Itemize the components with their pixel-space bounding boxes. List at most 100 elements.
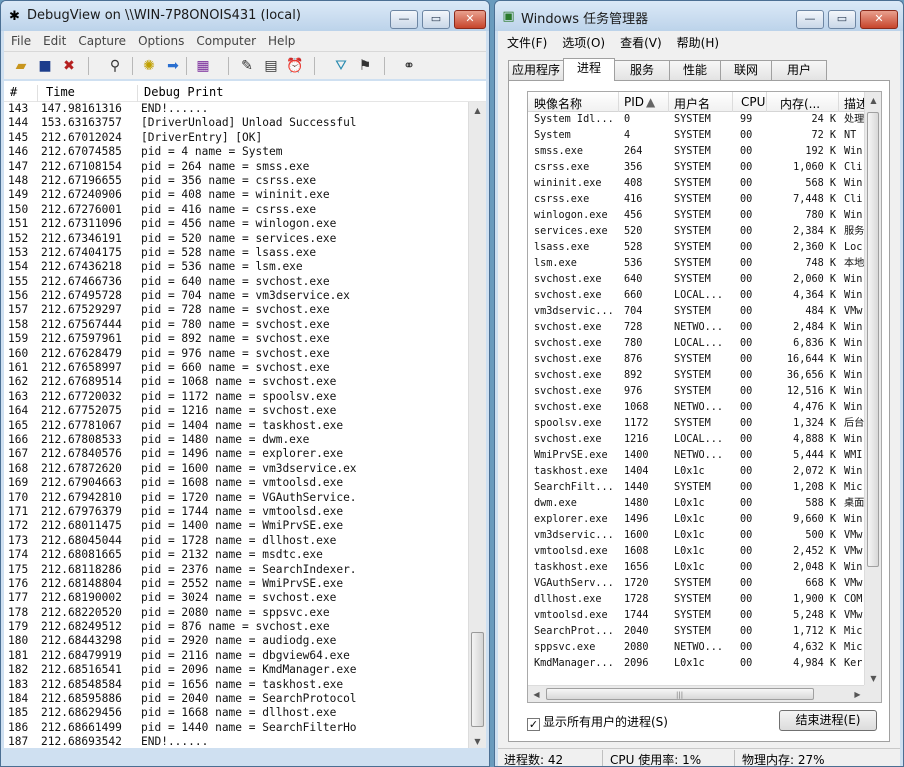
debug-row[interactable]: 167 212.67840576 pid = 1496 name = explore… <box>4 447 468 461</box>
column-debug-print[interactable]: Debug Print <box>144 85 223 99</box>
process-row[interactable]: System 4 SYSTEM 00 72 K NT <box>528 128 866 144</box>
tab-services[interactable]: 服务 <box>614 60 670 80</box>
debug-row[interactable]: 160 212.67628479 pid = 976 name = svchost.… <box>4 347 468 361</box>
process-row[interactable]: svchost.exe 728 NETWO... 00 2,484 K Win <box>528 320 866 336</box>
binoculars-icon[interactable]: ⚭ <box>400 57 418 75</box>
debug-row[interactable]: 164 212.67752075 pid = 1216 name = svchost… <box>4 404 468 418</box>
menu-file[interactable]: File <box>4 31 36 48</box>
process-row[interactable]: svchost.exe 780 LOCAL... 00 6,836 K Win <box>528 336 866 352</box>
close-button[interactable]: ✕ <box>860 10 898 29</box>
process-row[interactable]: explorer.exe 1496 L0x1c 00 9,660 K Win <box>528 512 866 528</box>
process-row[interactable]: SearchProt... 2040 SYSTEM 00 1,712 K Mic <box>528 624 866 640</box>
process-row[interactable]: VGAuthServ... 1720 SYSTEM 00 668 K VMw <box>528 576 866 592</box>
debug-row[interactable]: 172 212.68011475 pid = 1400 name = WmiPrvS… <box>4 519 468 533</box>
process-row[interactable]: KmdManager... 2096 L0x1c 00 4,984 K Ker <box>528 656 866 672</box>
debug-row[interactable]: 170 212.67942810 pid = 1720 name = VGAuthS… <box>4 491 468 505</box>
scroll-thumb[interactable] <box>867 112 879 567</box>
debug-row[interactable]: 145 212.67012024 [DriverEntry] [OK] <box>4 131 468 145</box>
process-row[interactable]: csrss.exe 356 SYSTEM 00 1,060 K Cli <box>528 160 866 176</box>
debug-row[interactable]: 166 212.67808533 pid = 1480 name = dwm.exe <box>4 433 468 447</box>
menu-computer[interactable]: Computer <box>189 31 261 48</box>
minimize-button[interactable]: — <box>390 10 418 29</box>
column-cpu[interactable]: CPU <box>741 95 765 109</box>
debug-row[interactable]: 150 212.67276001 pid = 416 name = csrss.ex… <box>4 203 468 217</box>
clear-icon[interactable]: ✖ <box>60 57 78 75</box>
column-number[interactable]: # <box>10 85 17 99</box>
debug-row[interactable]: 168 212.67872620 pid = 1600 name = vm3dser… <box>4 462 468 476</box>
tab-processes[interactable]: 进程 <box>563 58 615 81</box>
end-process-button[interactable]: 结束进程(E) <box>779 710 877 731</box>
debug-row[interactable]: 183 212.68548584 pid = 1656 name = taskhos… <box>4 678 468 692</box>
debug-row[interactable]: 143 147.98161316 END!...... <box>4 102 468 116</box>
scroll-up-arrow-icon[interactable]: ▲ <box>865 92 881 109</box>
process-row[interactable]: winlogon.exe 456 SYSTEM 00 780 K Win <box>528 208 866 224</box>
show-all-processes-checkbox[interactable]: ✓ 显示所有用户的进程(S) <box>527 713 668 731</box>
process-row[interactable]: svchost.exe 892 SYSTEM 00 36,656 K Win <box>528 368 866 384</box>
debug-row[interactable]: 184 212.68595886 pid = 2040 name = SearchP… <box>4 692 468 706</box>
process-row[interactable]: wininit.exe 408 SYSTEM 00 568 K Win <box>528 176 866 192</box>
debug-row[interactable]: 152 212.67346191 pid = 520 name = services… <box>4 232 468 246</box>
debug-row[interactable]: 179 212.68249512 pid = 876 name = svchost.… <box>4 620 468 634</box>
debug-row[interactable]: 157 212.67529297 pid = 728 name = svchost.… <box>4 303 468 317</box>
menu-options[interactable]: 选项(O) <box>553 31 611 51</box>
debug-row[interactable]: 156 212.67495728 pid = 704 name = vm3dserv… <box>4 289 468 303</box>
process-row[interactable]: SearchFilt... 1440 SYSTEM 00 1,208 K Mic <box>528 480 866 496</box>
debug-row[interactable]: 173 212.68045044 pid = 1728 name = dllhost… <box>4 534 468 548</box>
save-icon[interactable]: ■ <box>36 57 54 75</box>
process-row[interactable]: System Idl... 0 SYSTEM 99 24 K 处理 <box>528 112 866 128</box>
debug-row[interactable]: 149 212.67240906 pid = 408 name = wininit.… <box>4 188 468 202</box>
process-row[interactable]: WmiPrvSE.exe 1400 NETWO... 00 5,444 K WMI <box>528 448 866 464</box>
filter-icon[interactable]: ⛛ <box>332 57 350 75</box>
process-row[interactable]: vm3dservic... 704 SYSTEM 00 484 K VMw <box>528 304 866 320</box>
process-row[interactable]: svchost.exe 1216 LOCAL... 00 4,888 K Win <box>528 432 866 448</box>
debug-row[interactable]: 169 212.67904663 pid = 1608 name = vmtools… <box>4 476 468 490</box>
debug-row[interactable]: 146 212.67074585 pid = 4 name = System <box>4 145 468 159</box>
tab-networking[interactable]: 联网 <box>720 60 772 80</box>
tab-applications[interactable]: 应用程序 <box>508 60 564 80</box>
process-vertical-scrollbar[interactable]: ▲ ▼ <box>864 92 881 687</box>
process-row[interactable]: dwm.exe 1480 L0x1c 00 588 K 桌面 <box>528 496 866 512</box>
menu-capture[interactable]: Capture <box>71 31 131 48</box>
debug-row[interactable]: 181 212.68479919 pid = 2116 name = dbgview… <box>4 649 468 663</box>
debug-row[interactable]: 186 212.68661499 pid = 1440 name = SearchF… <box>4 721 468 735</box>
process-row[interactable]: taskhost.exe 1656 L0x1c 00 2,048 K Win <box>528 560 866 576</box>
debug-row[interactable]: 144 153.63163757 [DriverUnload] Unload Suc… <box>4 116 468 130</box>
menu-help[interactable]: 帮助(H) <box>668 31 725 51</box>
highlight-icon[interactable]: ▤ <box>262 57 280 75</box>
edit-filter-icon[interactable]: ✎ <box>238 57 256 75</box>
process-row[interactable]: vmtoolsd.exe 1744 SYSTEM 00 5,248 K VMw <box>528 608 866 624</box>
process-row[interactable]: svchost.exe 1068 NETWO... 00 4,476 K Win <box>528 400 866 416</box>
debug-row[interactable]: 178 212.68220520 pid = 2080 name = sppsvc.… <box>4 606 468 620</box>
debug-row[interactable]: 176 212.68148804 pid = 2552 name = WmiPrvS… <box>4 577 468 591</box>
column-time[interactable]: Time <box>46 85 75 99</box>
process-row[interactable]: vmtoolsd.exe 1608 L0x1c 00 2,452 K VMw <box>528 544 866 560</box>
debug-row[interactable]: 153 212.67404175 pid = 528 name = lsass.ex… <box>4 246 468 260</box>
menu-edit[interactable]: Edit <box>36 31 71 48</box>
menu-help[interactable]: Help <box>261 31 300 48</box>
debug-row[interactable]: 154 212.67436218 pid = 536 name = lsm.exe <box>4 260 468 274</box>
process-row[interactable]: dllhost.exe 1728 SYSTEM 00 1,900 K COM <box>528 592 866 608</box>
process-row[interactable]: svchost.exe 660 LOCAL... 00 4,364 K Win <box>528 288 866 304</box>
autoscroll-icon[interactable]: ➡ <box>164 57 182 75</box>
tab-users[interactable]: 用户 <box>771 60 827 80</box>
debug-vertical-scrollbar[interactable]: ▲ ▼ <box>468 102 486 750</box>
process-row[interactable]: lsass.exe 528 SYSTEM 00 2,360 K Loc <box>528 240 866 256</box>
process-row[interactable]: spoolsv.exe 1172 SYSTEM 00 1,324 K 后台 <box>528 416 866 432</box>
column-divider[interactable] <box>618 92 619 112</box>
debug-row[interactable]: 182 212.68516541 pid = 2096 name = KmdMana… <box>4 663 468 677</box>
maximize-button[interactable]: ▭ <box>422 10 450 29</box>
column-divider[interactable] <box>732 92 733 112</box>
process-row[interactable]: smss.exe 264 SYSTEM 00 192 K Win <box>528 144 866 160</box>
debug-row[interactable]: 151 212.67311096 pid = 456 name = winlogon… <box>4 217 468 231</box>
checkbox-check-icon[interactable]: ✓ <box>527 718 540 731</box>
debug-row[interactable]: 159 212.67597961 pid = 892 name = svchost.… <box>4 332 468 346</box>
debug-row[interactable]: 148 212.67196655 pid = 356 name = csrss.ex… <box>4 174 468 188</box>
process-row[interactable]: svchost.exe 876 SYSTEM 00 16,644 K Win <box>528 352 866 368</box>
debug-output-list[interactable]: 143 147.98161316 END!...... 144 153.63163757… <box>4 102 468 750</box>
process-row[interactable]: taskhost.exe 1404 L0x1c 00 2,072 K Win <box>528 464 866 480</box>
column-divider[interactable] <box>668 92 669 112</box>
debug-row[interactable]: 165 212.67781067 pid = 1404 name = taskhos… <box>4 419 468 433</box>
scroll-thumb[interactable]: ||| <box>546 688 814 700</box>
scroll-left-arrow-icon[interactable]: ◀ <box>528 686 545 702</box>
process-row[interactable]: svchost.exe 640 SYSTEM 00 2,060 K Win <box>528 272 866 288</box>
